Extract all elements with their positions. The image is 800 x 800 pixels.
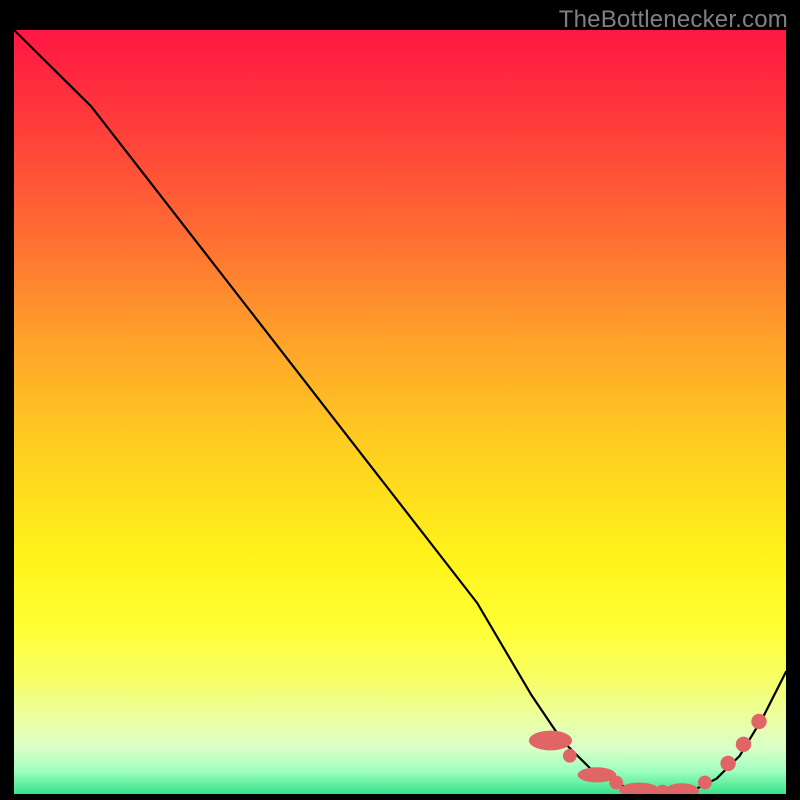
bottleneck-chart: [14, 30, 786, 794]
gradient-background: [14, 30, 786, 794]
data-dot: [563, 749, 577, 763]
data-dot: [720, 756, 735, 771]
data-dot: [736, 737, 751, 752]
data-dot: [751, 714, 766, 729]
data-dot: [698, 776, 712, 790]
data-blob: [529, 731, 572, 751]
watermark-text: TheBottlenecker.com: [559, 6, 788, 34]
